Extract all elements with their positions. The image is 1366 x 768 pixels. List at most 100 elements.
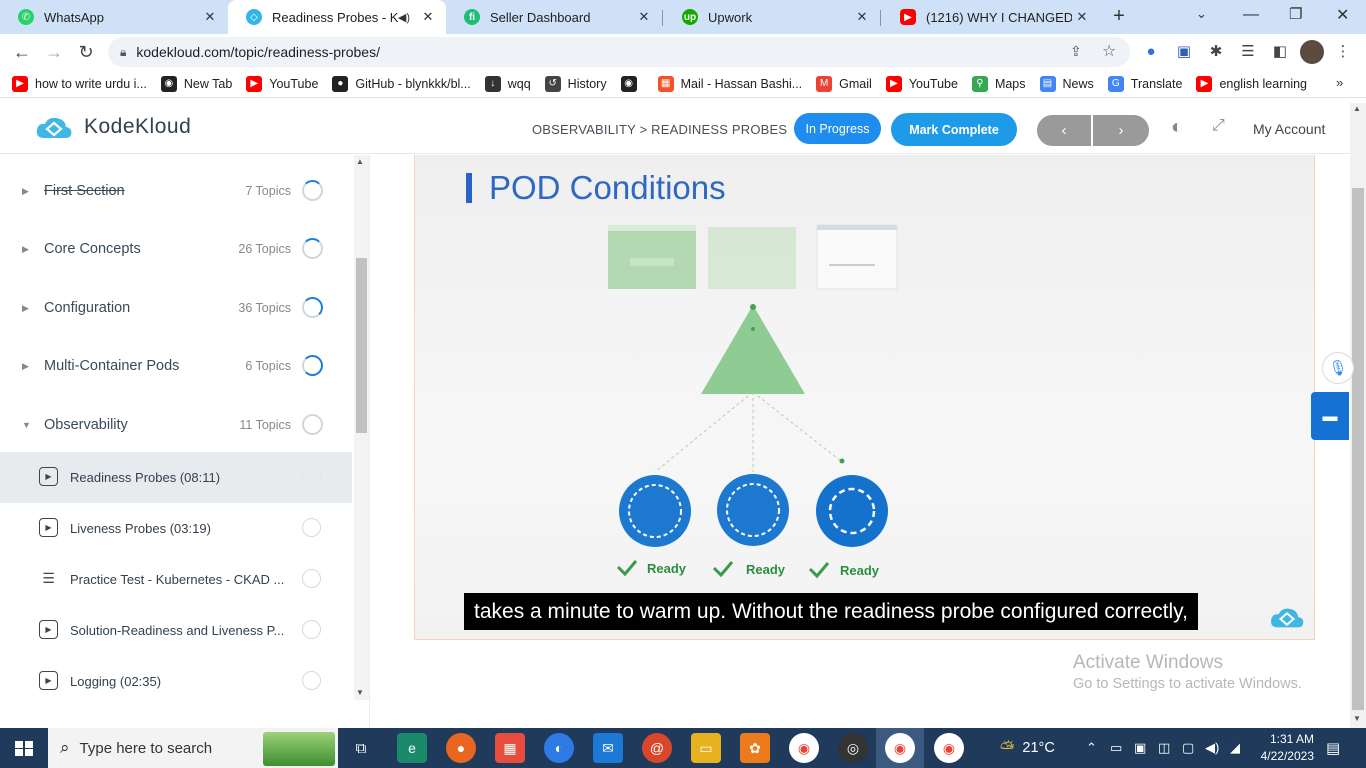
completion-circle[interactable]	[302, 569, 321, 588]
page-scroll-thumb[interactable]	[1352, 188, 1364, 710]
previous-topic-button[interactable]: ‹	[1037, 115, 1091, 146]
volume-icon[interactable]: ◀)	[1205, 728, 1219, 768]
bookmark-item[interactable]: ▶ english learning	[1196, 75, 1307, 92]
audio-playing-icon[interactable]: ◀)	[398, 11, 410, 24]
my-account-link[interactable]: My Account	[1253, 121, 1325, 137]
tab-youtube[interactable]: ▶ (1216) WHY I CHANGED MY ✕	[882, 0, 1100, 34]
section-core-concepts[interactable]: ▶ Core Concepts 26 Topics	[0, 220, 352, 278]
logo-text[interactable]: KodeKloud	[84, 115, 191, 139]
sidebar-scroll-thumb[interactable]	[356, 258, 367, 433]
close-tab-icon[interactable]: ✕	[1072, 9, 1092, 25]
forward-icon[interactable]: →	[40, 38, 68, 66]
lesson-item[interactable]: ▶ Logging (02:35)	[0, 656, 352, 707]
extension-icon[interactable]: ▣	[1173, 40, 1195, 62]
kodekloud-logo-icon[interactable]	[34, 114, 74, 144]
voice-search-icon[interactable]: ●	[1140, 40, 1162, 62]
extensions-puzzle-icon[interactable]: ✱	[1205, 40, 1227, 62]
bookmark-item[interactable]: ▶ how to write urdu i...	[12, 75, 147, 92]
camera-icon[interactable]: ◫	[1158, 728, 1170, 768]
lesson-item[interactable]: ☰ Practice Test - Kubernetes - CKAD ...	[0, 554, 352, 605]
tab-search-icon[interactable]: ⌄	[1196, 6, 1207, 22]
device-icon[interactable]: ▣	[1134, 728, 1146, 768]
profile-avatar[interactable]	[1300, 40, 1324, 64]
bookmarks-overflow-icon[interactable]: »	[1336, 75, 1343, 90]
app-icon[interactable]: ◐	[544, 733, 574, 763]
bookmark-item[interactable]: ⚲ Maps	[971, 75, 1026, 92]
scroll-down-icon[interactable]: ▼	[356, 688, 364, 697]
next-topic-button[interactable]: ›	[1093, 115, 1149, 146]
bookmark-item[interactable]: ● GitHub - blynkkk/bl...	[332, 75, 471, 92]
bookmark-item[interactable]: ▤ News	[1039, 75, 1094, 92]
bookmark-item[interactable]: ▦ Mail - Hassan Bashi...	[657, 75, 802, 92]
bookmark-star-icon[interactable]: ☆	[1102, 41, 1116, 61]
bookmark-item[interactable]: ◉	[620, 75, 644, 92]
chrome-icon[interactable]: ◉	[885, 733, 915, 763]
bookmark-item[interactable]: G Translate	[1107, 75, 1182, 92]
edge-icon[interactable]: e	[397, 733, 427, 763]
firefox-icon[interactable]: ●	[446, 733, 476, 763]
file-explorer-icon[interactable]: ▭	[691, 733, 721, 763]
completion-circle[interactable]	[302, 518, 321, 537]
wifi-icon[interactable]: ◢	[1230, 728, 1240, 768]
completion-circle[interactable]	[302, 620, 321, 639]
mark-complete-button[interactable]: Mark Complete	[891, 113, 1017, 146]
tab-seller-dashboard[interactable]: fi Seller Dashboard ✕	[446, 0, 662, 34]
close-tab-icon[interactable]: ✕	[418, 9, 438, 25]
app-icon[interactable]: @	[642, 733, 672, 763]
network-icon[interactable]: ▭	[1110, 728, 1122, 768]
expand-icon[interactable]: ⤢	[1212, 117, 1234, 139]
bookmark-item[interactable]: M Gmail	[816, 75, 872, 92]
completion-circle[interactable]	[302, 671, 321, 690]
side-panel-icon[interactable]: ◧	[1269, 40, 1291, 62]
bookmark-item[interactable]: ◉ New Tab	[160, 75, 232, 92]
clock[interactable]: 1:31 AM 4/22/2023	[1254, 731, 1314, 765]
bookmark-item[interactable]: ↺ History	[544, 75, 607, 92]
app-icon[interactable]: ◎	[838, 733, 868, 763]
section-configuration[interactable]: ▶ Configuration 36 Topics	[0, 279, 352, 337]
taskbar-search[interactable]: ⌕ Type here to search	[48, 728, 338, 768]
section-observability[interactable]: ▼ Observability 11 Topics	[0, 396, 352, 454]
tray-overflow-icon[interactable]: ⌃	[1086, 728, 1097, 768]
close-window-icon[interactable]: ✕	[1336, 5, 1349, 25]
close-tab-icon[interactable]: ✕	[852, 9, 872, 25]
tab-upwork[interactable]: up Upwork ✕	[664, 0, 880, 34]
video-player[interactable]: POD Conditions Ready Ready Ready	[414, 155, 1315, 640]
store-icon[interactable]: ▦	[495, 733, 525, 763]
scroll-up-icon[interactable]: ▲	[1353, 104, 1361, 113]
tab-kodekloud[interactable]: ◇ Readiness Probes - Kode ◀) ✕	[228, 0, 446, 34]
windows-start-icon[interactable]	[0, 728, 48, 768]
address-bar[interactable]: 🔒︎ kodekloud.com/topic/readiness-probes/…	[108, 37, 1130, 67]
microphone-icon[interactable]: 🎙︎	[1322, 352, 1354, 384]
mail-icon[interactable]: ✉	[593, 733, 623, 763]
bookmark-item[interactable]: ▶ YouTube	[885, 75, 958, 92]
bookmark-item[interactable]: ↓ wqq	[484, 75, 531, 92]
section-first-section[interactable]: ▶ First Section 7 Topics	[0, 162, 352, 220]
task-view-icon[interactable]: ⧉	[346, 733, 376, 763]
close-tab-icon[interactable]: ✕	[634, 9, 654, 25]
tab-whatsapp[interactable]: ✆ WhatsApp ✕	[0, 0, 228, 34]
menu-icon[interactable]: ⋮	[1332, 40, 1354, 62]
share-icon[interactable]: ⇪	[1070, 43, 1082, 60]
display-icon[interactable]: ▢	[1182, 728, 1194, 768]
lesson-item[interactable]: ▶ Liveness Probes (03:19)	[0, 503, 352, 554]
scroll-up-icon[interactable]: ▲	[356, 157, 364, 166]
back-icon[interactable]: ←	[8, 38, 36, 66]
lesson-item[interactable]: ▶ Solution-Readiness and Liveness P...	[0, 605, 352, 656]
lesson-item[interactable]: ▶ Readiness Probes (08:11)	[0, 452, 352, 503]
completion-circle[interactable]	[302, 467, 321, 486]
restore-icon[interactable]: ❐	[1289, 5, 1302, 23]
weather-widget[interactable]: ⛅︎ 21°C	[1000, 728, 1055, 768]
dark-mode-icon[interactable]: ◐	[1171, 116, 1195, 140]
bookmark-item[interactable]: ▶ YouTube	[246, 75, 318, 92]
chrome-profile-icon[interactable]: ◉	[934, 733, 964, 763]
notifications-icon[interactable]: ▤	[1326, 728, 1340, 768]
chrome-icon[interactable]: ◉	[789, 733, 819, 763]
new-tab-icon[interactable]: +	[1108, 5, 1130, 27]
settings-app-icon[interactable]: ✿	[740, 733, 770, 763]
section-multi-container-pods[interactable]: ▶ Multi-Container Pods 6 Topics	[0, 337, 352, 395]
close-tab-icon[interactable]: ✕	[200, 9, 220, 25]
reading-list-icon[interactable]: ☰	[1237, 40, 1259, 62]
scroll-down-icon[interactable]: ▼	[1353, 714, 1361, 723]
reload-icon[interactable]: ↻	[72, 38, 100, 66]
minimize-icon[interactable]: —	[1243, 6, 1259, 24]
